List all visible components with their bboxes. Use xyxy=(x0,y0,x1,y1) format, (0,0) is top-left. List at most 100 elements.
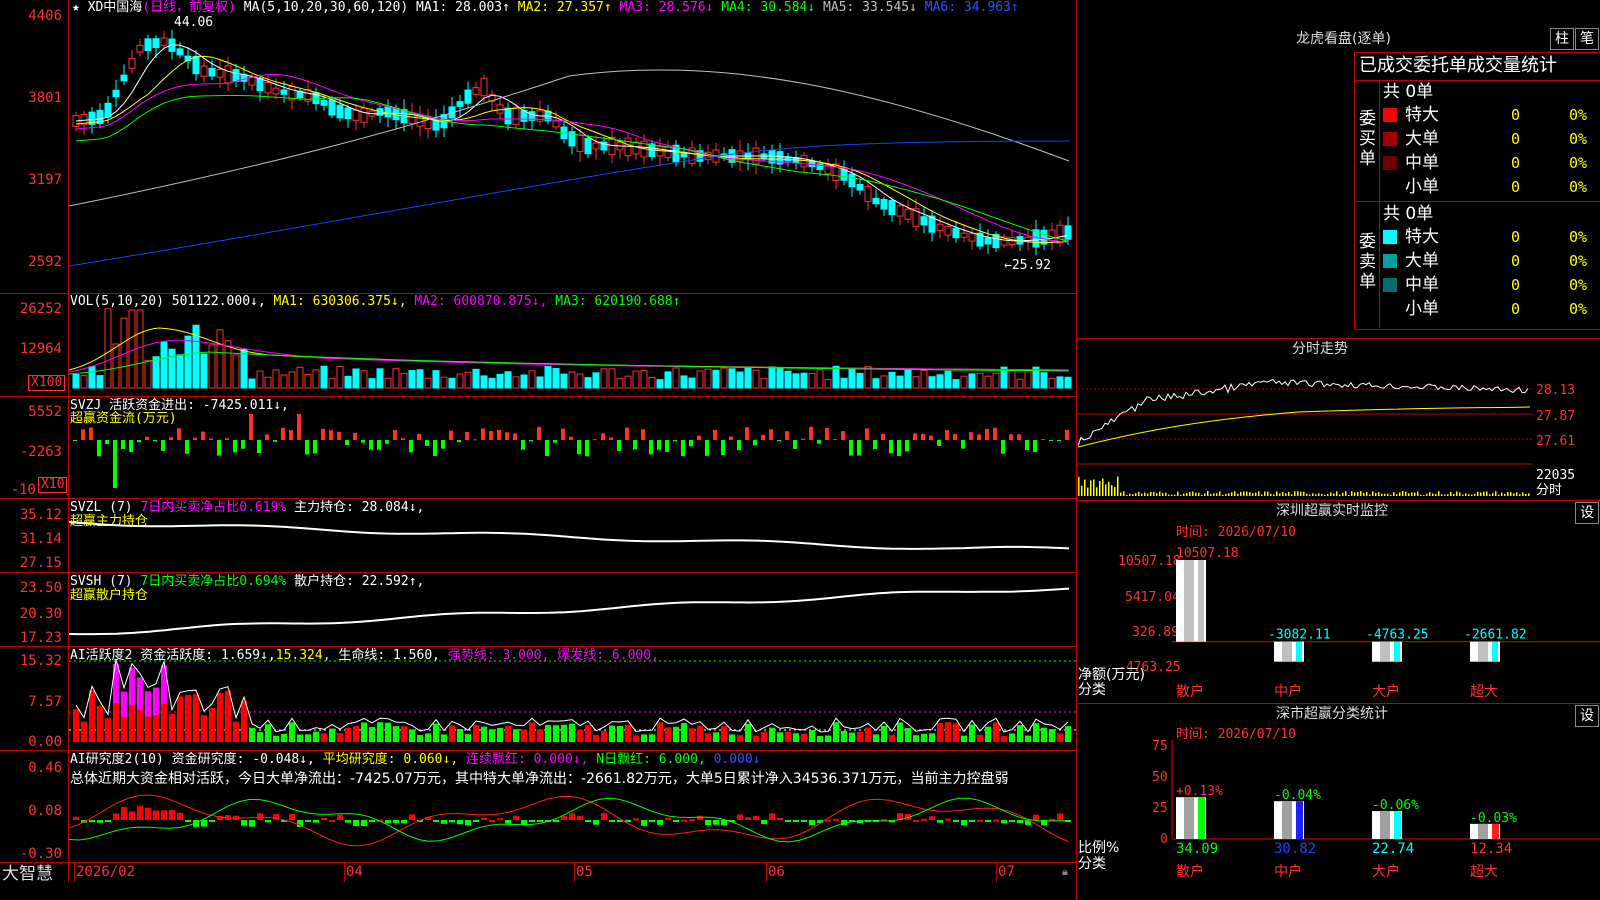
intraday-volume-bar xyxy=(1255,492,1257,496)
activity-bar xyxy=(321,733,327,742)
intraday-volume-bar xyxy=(1462,494,1464,496)
candle xyxy=(216,68,224,78)
intraday-volume-bar xyxy=(1375,492,1377,496)
bar-mode-button[interactable]: 柱 xyxy=(1550,28,1574,50)
buy-row-count: 0 xyxy=(1511,106,1521,124)
retail-holding-chart[interactable] xyxy=(69,574,1076,646)
candle xyxy=(656,146,664,157)
volume-bar xyxy=(104,308,112,389)
research-bar xyxy=(553,820,559,822)
star-icon[interactable]: ★ xyxy=(72,0,80,15)
volume-bar xyxy=(344,375,352,389)
activity-bar xyxy=(761,731,767,742)
intraday-volume-bar xyxy=(1342,492,1344,496)
fund-flow-bar xyxy=(761,434,765,440)
x-axis-tick xyxy=(344,862,345,882)
activity-bar xyxy=(233,721,239,742)
fund-flow-bar xyxy=(809,426,813,440)
intraday-volume-bar xyxy=(1450,491,1452,496)
fund-flow-bar xyxy=(1001,440,1005,454)
intraday-volume-bar xyxy=(1384,493,1386,496)
buy-row-count: 0 xyxy=(1511,130,1521,148)
candle xyxy=(360,107,368,123)
candlestick-chart[interactable] xyxy=(69,16,1076,292)
pen-mode-button[interactable]: 笔 xyxy=(1575,28,1599,50)
activity-bar xyxy=(785,731,791,742)
volume-bar xyxy=(832,365,840,389)
candle xyxy=(344,107,352,120)
ai-research-chart[interactable] xyxy=(69,790,1076,862)
activity-bar xyxy=(457,729,463,742)
research-bar xyxy=(753,816,759,820)
buy-row-swatch xyxy=(1383,180,1397,194)
lock-icon[interactable]: 🔒︎ xyxy=(1062,864,1068,879)
research-bar xyxy=(257,813,263,820)
research-bar xyxy=(953,820,959,822)
ai-research-nred: N日飘红: 6.000, xyxy=(596,752,706,767)
ai-research-y-tick: -0.30 xyxy=(19,846,62,862)
activity-bar xyxy=(673,726,679,742)
activity-bar xyxy=(369,726,375,742)
fund-flow-bar xyxy=(481,428,485,440)
stat-bar-delta: -0.04% xyxy=(1274,788,1321,803)
fund-flow-chart[interactable] xyxy=(69,400,1076,496)
intraday-volume-bar xyxy=(1414,492,1416,496)
fund-flow-bar xyxy=(593,439,597,441)
vol-y-tick: 26252 xyxy=(19,301,62,317)
fund-flow-bar xyxy=(985,428,989,440)
intraday-volume-bar xyxy=(1453,494,1455,496)
candle xyxy=(144,38,152,52)
stat-settings-button[interactable]: 设 xyxy=(1575,705,1599,727)
intraday-volume-bar xyxy=(1285,493,1287,496)
research-bar xyxy=(457,820,463,825)
monitor-bar-chart[interactable]: 10507.18 散户 -3082.11 中户 -4763.25 大户 -2661.82 超大 xyxy=(1078,540,1600,702)
activity-bar xyxy=(649,734,655,742)
research-bar xyxy=(577,815,583,820)
research-bar xyxy=(921,818,927,821)
fund-flow-bar xyxy=(473,439,477,441)
volume-bar xyxy=(720,367,728,389)
research-bar xyxy=(801,820,807,822)
main-force-holding-chart[interactable] xyxy=(69,500,1076,572)
intraday-volume-bar xyxy=(1435,493,1437,496)
candle xyxy=(984,237,992,245)
research-bar xyxy=(105,820,111,822)
intraday-volume-bar xyxy=(1159,491,1161,496)
svzj-unit-badge: X10 xyxy=(38,477,68,493)
volume-bar xyxy=(800,372,808,389)
activity-bar xyxy=(377,722,383,742)
activity-bar xyxy=(313,731,319,742)
sell-label-text: 委卖单 xyxy=(1359,232,1376,292)
candle xyxy=(224,65,232,84)
volume-bar xyxy=(880,375,888,389)
intraday-volume-bar xyxy=(1165,492,1167,496)
stat-category: 大户 xyxy=(1372,863,1400,880)
research-bar xyxy=(473,820,479,822)
research-bar xyxy=(633,818,639,821)
research-bar xyxy=(569,813,575,820)
ai-active-chart[interactable] xyxy=(69,650,1076,750)
intraday-volume-bar xyxy=(1276,491,1278,496)
activity-bar xyxy=(777,732,783,742)
intraday-volume-bar xyxy=(1402,491,1404,496)
intraday-chart[interactable] xyxy=(1078,362,1533,498)
fund-flow-bar xyxy=(849,440,853,456)
monitor-settings-button[interactable]: 设 xyxy=(1575,502,1599,524)
intraday-volume-bar xyxy=(1405,491,1407,496)
activity-bar xyxy=(697,725,703,742)
sell-row-count: 0 xyxy=(1511,228,1521,246)
intraday-volume-bar xyxy=(1447,494,1449,496)
intraday-avg-line xyxy=(1078,406,1531,448)
volume-bar xyxy=(600,368,608,389)
candle xyxy=(888,200,896,216)
intraday-volume-bar xyxy=(1477,491,1479,496)
x-axis-tick xyxy=(766,862,767,882)
stat-bar-chart[interactable]: +0.13% 34.09 散户 -0.04% 30.82 中户 -0.06% 22.74 大户 -… xyxy=(1078,740,1600,900)
fund-flow-bar xyxy=(489,430,493,440)
volume-chart[interactable] xyxy=(69,300,1076,396)
fund-flow-bar xyxy=(441,440,445,449)
activity-bar xyxy=(833,722,839,742)
chart-area[interactable]: ★ XD中国海(日线，前复权) MA(5,10,20,30,60,120) MA… xyxy=(0,0,1077,900)
fund-flow-bar xyxy=(233,440,237,453)
period-label: (日线，前复权) xyxy=(142,0,236,15)
